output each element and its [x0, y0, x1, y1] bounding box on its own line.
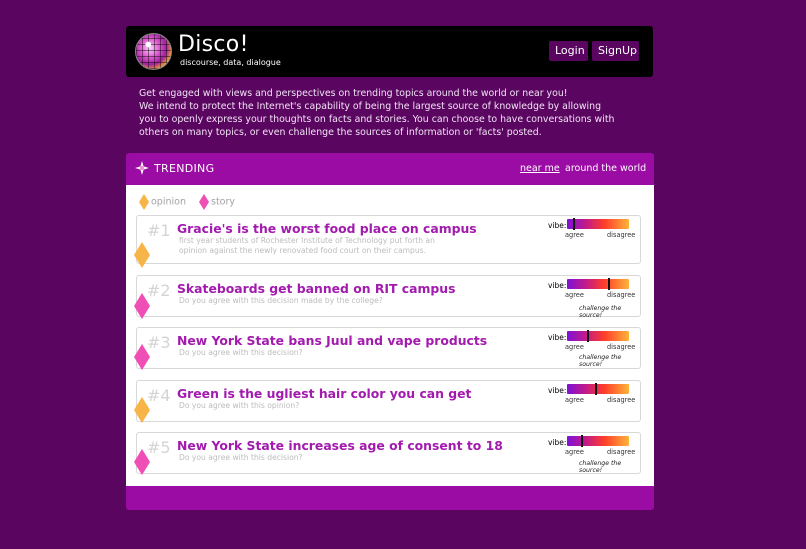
vibe-label: vibe: [548, 386, 567, 395]
rank-number: #5 [147, 438, 171, 457]
trending-list: opinion story #1 Gracie's is the worst f… [126, 185, 654, 486]
vibe-meter[interactable] [567, 278, 629, 290]
trend-title[interactable]: New York State bans Juul and vape produc… [177, 333, 487, 348]
trend-subtitle: Do you agree with this decision? [179, 348, 303, 357]
rank-number: #4 [147, 386, 171, 405]
vibe-disagree-label: disagree [607, 291, 636, 299]
opinion-diamond-icon [134, 397, 150, 423]
trend-card-4[interactable]: #4 Green is the ugliest hair color you c… [134, 380, 641, 423]
story-diamond-icon [134, 344, 150, 370]
trending-header: TRENDING near me around the world [126, 153, 654, 185]
challenge-source-link[interactable]: challenge the source! [579, 354, 640, 368]
vibe-agree-label: agree [565, 396, 584, 404]
vibe-disagree-label: disagree [607, 343, 636, 351]
legend-story-label: story [211, 196, 236, 208]
vibe-agree-label: agree [565, 343, 584, 351]
vibe-marker [607, 278, 610, 290]
vibe-label: vibe: [548, 333, 567, 342]
trend-card-1[interactable]: #1 Gracie's is the worst food place on c… [134, 215, 641, 268]
trending-title: TRENDING [154, 162, 215, 175]
vibe-marker [594, 383, 597, 395]
intro-line-1: Get engaged with views and perspectives … [139, 88, 568, 99]
intro-text: Get engaged with views and perspectives … [139, 87, 619, 139]
trend-card-2[interactable]: #2 Skateboards get banned on RIT campus … [134, 275, 641, 319]
vibe-agree-label: agree [565, 448, 584, 456]
vibe-agree-label: agree [565, 291, 584, 299]
vibe-agree-label: agree [565, 231, 584, 239]
vibe-meter[interactable] [567, 435, 629, 447]
trend-subtitle: Do you agree with this opinion? [179, 401, 300, 410]
story-diamond-icon [134, 449, 150, 475]
vibe-marker [586, 330, 589, 342]
rank-number: #3 [147, 333, 171, 352]
trend-subtitle: Do you agree with this decision? [179, 453, 303, 462]
intro-line-2: We intend to protect the Internet's capa… [139, 101, 615, 138]
legend-story: story [199, 194, 235, 210]
trend-title[interactable]: Green is the ugliest hair color you can … [177, 386, 471, 401]
site-title: Disco! [178, 32, 249, 57]
trending-panel: TRENDING near me around the world opinio… [126, 153, 654, 510]
trend-card-5[interactable]: #5 New York State increases age of conse… [134, 432, 641, 475]
vibe-label: vibe: [548, 438, 567, 447]
sparkle-icon [135, 161, 149, 175]
vibe-meter[interactable] [567, 383, 629, 395]
around-the-world-link[interactable]: around the world [565, 163, 646, 174]
disco-ball-logo-icon [135, 33, 172, 70]
opinion-diamond-icon [134, 242, 150, 268]
trend-card-3[interactable]: #3 New York State bans Juul and vape pro… [134, 327, 641, 370]
vibe-disagree-label: disagree [607, 448, 636, 456]
vibe-meter[interactable] [567, 330, 629, 342]
challenge-source-link[interactable]: challenge the source! [579, 460, 640, 474]
trend-subtitle: Do you agree with this decision made by … [179, 296, 383, 305]
vibe-disagree-label: disagree [607, 231, 636, 239]
trend-title[interactable]: Skateboards get banned on RIT campus [177, 281, 455, 296]
vibe-meter[interactable] [567, 218, 629, 230]
signup-button[interactable]: SignUp [592, 41, 639, 61]
site-header: Disco! discourse, data, dialogue Login S… [126, 26, 653, 77]
trend-title[interactable]: Gracie's is the worst food place on camp… [177, 221, 477, 236]
near-me-link[interactable]: near me [520, 163, 560, 174]
opinion-diamond-icon [139, 194, 149, 210]
challenge-source-link[interactable]: challenge the source! [579, 305, 640, 319]
story-diamond-icon [134, 293, 150, 319]
login-button[interactable]: Login [549, 41, 588, 61]
vibe-marker [573, 218, 575, 230]
legend-opinion: opinion [139, 194, 186, 210]
legend-opinion-label: opinion [151, 196, 186, 208]
vibe-label: vibe: [548, 281, 567, 290]
rank-number: #1 [147, 221, 171, 240]
story-diamond-icon [199, 194, 209, 210]
trend-subtitle: first year students of Rochester Institu… [179, 236, 435, 255]
trend-title[interactable]: New York State increases age of consent … [177, 438, 503, 453]
vibe-label: vibe: [548, 221, 567, 230]
site-subtitle: discourse, data, dialogue [180, 58, 281, 67]
vibe-disagree-label: disagree [607, 396, 636, 404]
rank-number: #2 [147, 281, 171, 300]
vibe-marker [581, 435, 584, 447]
